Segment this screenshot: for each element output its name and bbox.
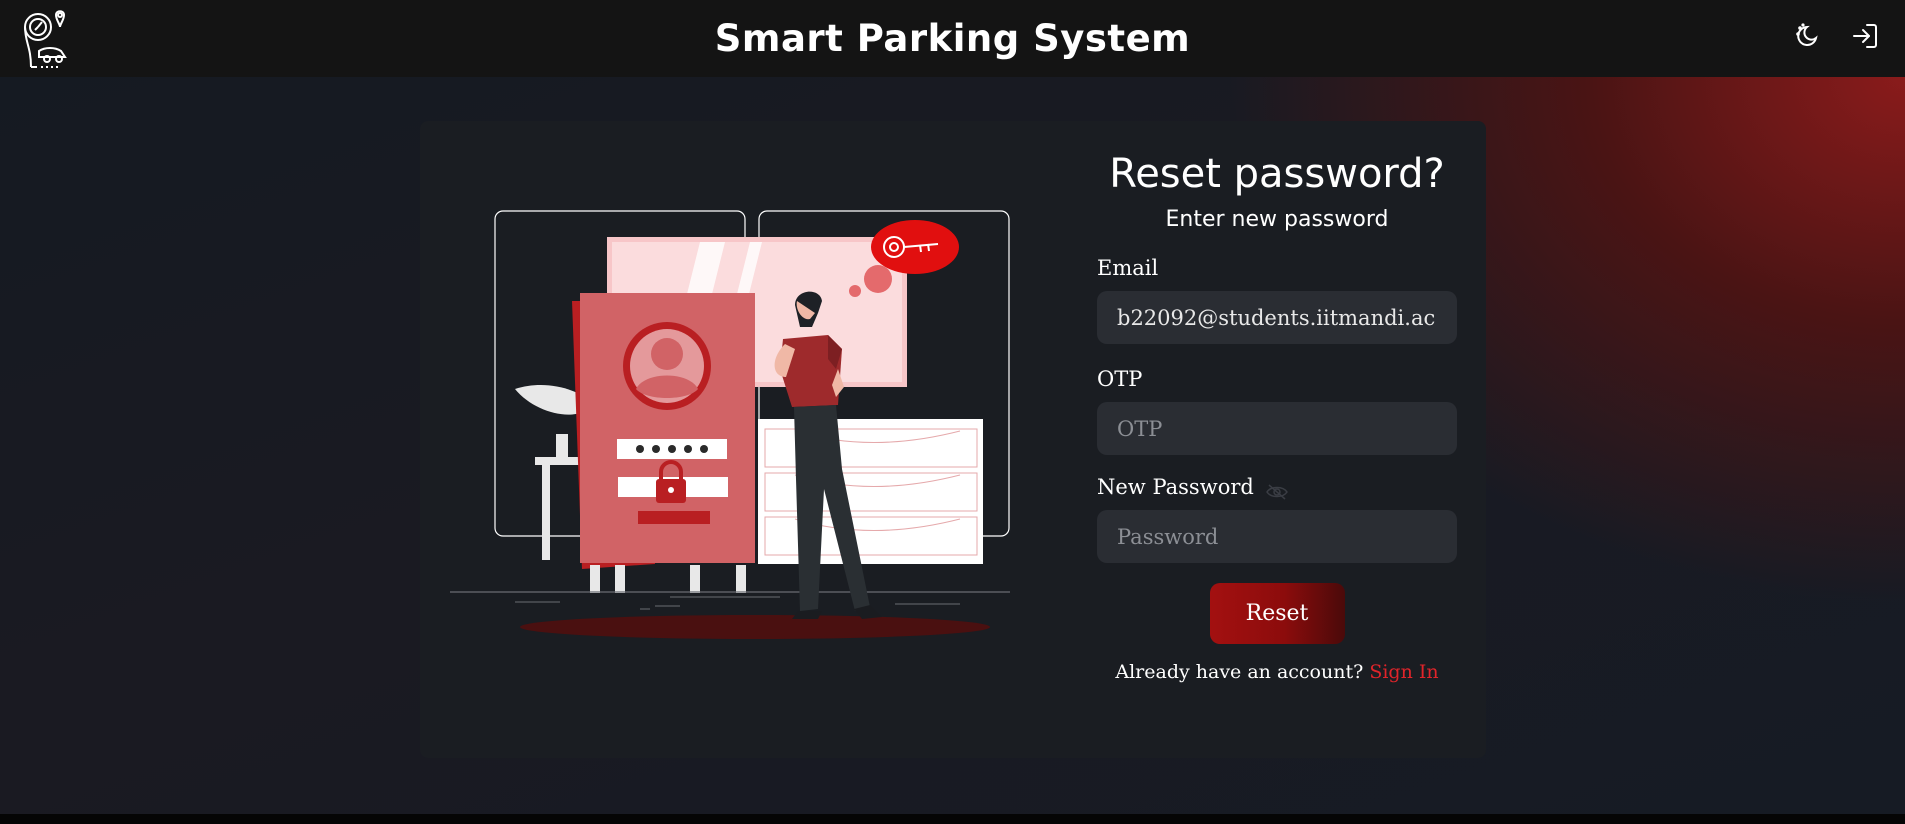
new-password-label: New Password bbox=[1097, 475, 1254, 499]
form-title: Reset password? bbox=[1109, 151, 1445, 197]
email-label: Email bbox=[1097, 256, 1159, 280]
signin-row: Already have an account? Sign In bbox=[1097, 661, 1457, 683]
reset-password-illustration bbox=[450, 209, 1010, 649]
moon-icon[interactable] bbox=[1791, 20, 1823, 52]
new-password-label-row: New Password bbox=[1097, 475, 1457, 500]
reset-password-card: Reset password? Enter new password Email… bbox=[420, 121, 1486, 758]
form-subtitle: Enter new password bbox=[1165, 207, 1389, 232]
top-bar: Smart Parking System bbox=[0, 0, 1905, 77]
signin-prompt: Already have an account? bbox=[1115, 661, 1364, 683]
reset-password-form: Reset password? Enter new password Email… bbox=[1097, 151, 1457, 683]
app-root: Smart Parking System Reset password? Ent… bbox=[0, 0, 1905, 824]
header-actions bbox=[1791, 20, 1881, 52]
otp-field[interactable] bbox=[1097, 402, 1457, 455]
app-title: Smart Parking System bbox=[714, 17, 1191, 60]
sign-in-link[interactable]: Sign In bbox=[1369, 661, 1438, 683]
reset-button[interactable]: Reset bbox=[1209, 583, 1345, 644]
parking-location-logo-icon[interactable] bbox=[17, 7, 73, 73]
new-password-field[interactable] bbox=[1097, 510, 1457, 563]
eye-slash-icon[interactable] bbox=[1265, 481, 1288, 500]
otp-label: OTP bbox=[1097, 367, 1143, 391]
sign-in-icon[interactable] bbox=[1849, 20, 1881, 52]
email-field[interactable] bbox=[1097, 291, 1457, 344]
bottom-strip bbox=[0, 814, 1905, 824]
